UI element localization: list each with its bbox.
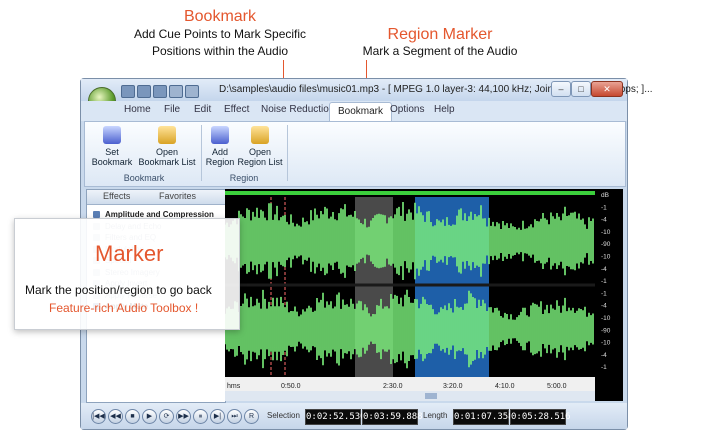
transport-button[interactable]: ■ bbox=[125, 409, 140, 424]
total-length-display: 0:05:28.516 bbox=[510, 409, 571, 425]
transport-button[interactable]: ▶▶ bbox=[176, 409, 191, 424]
overview-bar bbox=[225, 191, 595, 195]
open-region-list-label-1: Open bbox=[248, 147, 272, 157]
timeline-tick-label: 2:30.0 bbox=[383, 383, 403, 390]
bookmark-callout-line2: Positions within the Audio bbox=[151, 44, 289, 58]
timeline-tick-label: 3:20.0 bbox=[443, 383, 463, 390]
ribbon: Set Bookmark Open Bookmark List Bookmark… bbox=[84, 121, 626, 187]
transport-button[interactable]: ▶| bbox=[210, 409, 225, 424]
menu-home[interactable]: Home bbox=[124, 104, 151, 115]
region-group-label: Region bbox=[229, 173, 259, 183]
close-button[interactable]: ✕ bbox=[591, 81, 623, 97]
timeline-tick-label: hms bbox=[227, 383, 241, 390]
transport-button[interactable]: ▶ bbox=[142, 409, 157, 424]
ribbon-separator bbox=[201, 125, 202, 181]
add-region-button[interactable]: Add Region bbox=[205, 126, 235, 167]
set-bookmark-icon bbox=[103, 126, 121, 144]
waveform-view[interactable]: hms 0:50.0 2:30.0 3:20.0 4:10.0 5:00.0 dB -1 -4 -… bbox=[224, 189, 623, 401]
open-region-list-label-2: Region List bbox=[237, 157, 283, 167]
menu-bookmark[interactable]: Bookmark bbox=[329, 102, 393, 121]
transport-button[interactable]: ⏸ bbox=[193, 409, 208, 424]
menu-bar: Home File Edit Effect Noise Reduction Bo… bbox=[81, 101, 627, 121]
region-callout-line1: Mark a Segment of the Audio bbox=[362, 44, 518, 58]
timeline-tick-label: 4:10.0 bbox=[495, 383, 515, 390]
selection-label: Selection bbox=[267, 411, 300, 420]
db-scale-label: -10 bbox=[601, 229, 611, 236]
horizontal-scrollbar[interactable] bbox=[225, 391, 595, 401]
transport-button[interactable]: ⟳ bbox=[159, 409, 174, 424]
waveform-canvas[interactable]: hms 0:50.0 2:30.0 3:20.0 4:10.0 5:00.0 dB -1 -4 -… bbox=[224, 189, 623, 401]
selection-length-display: 0:01:07.358 bbox=[453, 409, 514, 425]
transport-button[interactable]: |◀◀ bbox=[91, 409, 106, 424]
db-scale-label: -4 bbox=[601, 303, 607, 310]
transport-button[interactable]: ⏭ bbox=[227, 409, 242, 424]
bookmark-callout-title: Bookmark bbox=[183, 8, 257, 25]
add-region-label-2: Region bbox=[205, 157, 235, 167]
db-scale-label: -1 bbox=[601, 204, 607, 211]
new-file-icon[interactable] bbox=[121, 85, 135, 98]
db-scale-label: dB bbox=[601, 192, 609, 199]
menu-edit[interactable]: Edit bbox=[194, 104, 211, 115]
tab-effects[interactable]: Effects bbox=[103, 191, 130, 201]
redo-icon[interactable] bbox=[185, 85, 199, 98]
save-icon[interactable] bbox=[153, 85, 167, 98]
effect-icon bbox=[93, 211, 100, 218]
marker-callout: Marker Mark the position/region to go ba… bbox=[14, 218, 240, 330]
db-scale-label: -10 bbox=[601, 254, 611, 261]
open-bookmark-list-label-1: Open bbox=[155, 147, 179, 157]
open-bookmark-list-label-2: Bookmark List bbox=[138, 157, 196, 167]
marker-callout-line2: Feature-rich Audio Toolbox ! bbox=[49, 301, 199, 315]
db-scale-label: -1 bbox=[601, 290, 607, 297]
region-marker[interactable] bbox=[415, 197, 489, 377]
open-bookmark-list-icon bbox=[158, 126, 176, 144]
length-label: Length bbox=[423, 411, 448, 420]
menu-file[interactable]: File bbox=[164, 104, 180, 115]
db-scale-label: -1 bbox=[601, 278, 607, 285]
open-bookmark-list-button[interactable]: Open Bookmark List bbox=[137, 126, 197, 167]
tab-favorites[interactable]: Favorites bbox=[159, 191, 196, 201]
scrollbar-thumb[interactable] bbox=[425, 393, 437, 399]
bookmark-group-label: Bookmark bbox=[123, 173, 165, 183]
selection-start-display: 0:02:52.530 bbox=[305, 409, 366, 425]
title-bar: D:\samples\audio files\music01.mp3 - [ M… bbox=[81, 79, 653, 101]
add-region-label-1: Add bbox=[211, 147, 228, 157]
db-scale-label: -90 bbox=[601, 327, 611, 334]
set-bookmark-button[interactable]: Set Bookmark bbox=[91, 126, 133, 167]
menu-help[interactable]: Help bbox=[434, 104, 455, 115]
undo-icon[interactable] bbox=[169, 85, 183, 98]
marker-callout-title: Marker bbox=[95, 241, 164, 266]
menu-options[interactable]: Options bbox=[390, 104, 424, 115]
bookmark-callout-line1: Add Cue Points to Mark Specific bbox=[133, 27, 307, 41]
effects-tabs: Effects Favorites bbox=[87, 190, 225, 205]
maximize-button[interactable]: □ bbox=[571, 81, 591, 97]
db-scale-label: -4 bbox=[601, 266, 607, 273]
transport-button[interactable]: ◀◀ bbox=[108, 409, 123, 424]
open-file-icon[interactable] bbox=[137, 85, 151, 98]
open-region-list-icon bbox=[251, 126, 269, 144]
add-region-icon bbox=[211, 126, 229, 144]
transport-button[interactable]: R bbox=[244, 409, 259, 424]
db-scale-label: -10 bbox=[601, 315, 611, 322]
ribbon-separator bbox=[287, 125, 288, 181]
set-bookmark-label-1: Set bbox=[105, 147, 119, 157]
region-callout-title: Region Marker bbox=[387, 26, 493, 43]
db-scale-label: -1 bbox=[601, 364, 607, 371]
db-scale-label: -90 bbox=[601, 241, 611, 248]
timeline-tick-label: 5:00.0 bbox=[547, 383, 567, 390]
menu-noise-reduction[interactable]: Noise Reduction bbox=[261, 104, 334, 115]
db-scale bbox=[595, 189, 623, 401]
db-scale-label: -10 bbox=[601, 340, 611, 347]
timeline-tick-label: 0:50.0 bbox=[281, 383, 301, 390]
marker-callout-line1: Mark the position/region to go back bbox=[25, 283, 212, 297]
set-bookmark-label-2: Bookmark bbox=[91, 157, 133, 167]
minimize-button[interactable]: – bbox=[551, 81, 571, 97]
db-scale-label: -4 bbox=[601, 352, 607, 359]
open-region-list-button[interactable]: Open Region List bbox=[237, 126, 283, 167]
db-scale-label: -4 bbox=[601, 217, 607, 224]
transport-bar: |◀◀ ◀◀ ■ ▶ ⟳ ▶▶ ⏸ ▶| ⏭ R Selection 0:02:52.530 0:… bbox=[81, 403, 627, 429]
selection-end-display: 0:03:59.888 bbox=[362, 409, 423, 425]
menu-effect[interactable]: Effect bbox=[224, 104, 249, 115]
